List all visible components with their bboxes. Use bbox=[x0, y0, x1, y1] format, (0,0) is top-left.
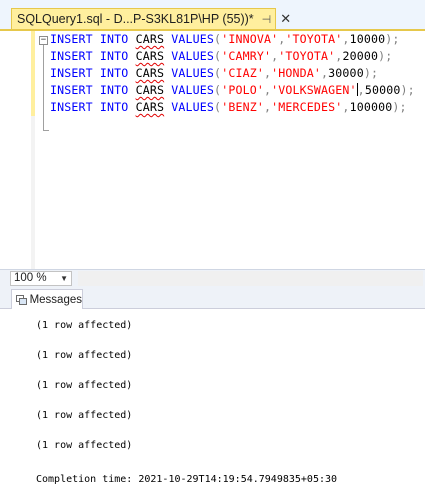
sql-token-model: 'INNOVA' bbox=[221, 32, 279, 46]
sql-token-close: ); bbox=[363, 66, 379, 80]
code-line[interactable]: INSERT INTO CARS VALUES('BENZ','MERCEDES… bbox=[50, 99, 415, 116]
outline-line bbox=[43, 45, 44, 131]
query-editor[interactable]: − INSERT INTO CARS VALUES('INNOVA','TOYO… bbox=[0, 31, 425, 269]
sql-token-kw2: INTO bbox=[99, 32, 129, 46]
zoom-value: 100 % bbox=[14, 272, 47, 284]
sql-token-kw1: INSERT bbox=[50, 49, 93, 63]
sql-token-table: CARS bbox=[135, 32, 165, 46]
sql-token-table: CARS bbox=[135, 49, 165, 63]
sql-token-kw2: INTO bbox=[99, 83, 129, 97]
results-tab-bar: Messages bbox=[0, 287, 425, 309]
query-tab[interactable]: SQLQuery1.sql - D...P-S3KL81P\HP (55))* … bbox=[11, 8, 291, 29]
sql-token-model: 'BENZ' bbox=[221, 100, 264, 114]
sql-token-kw3: VALUES bbox=[171, 49, 215, 63]
messages-list: (1 row affected) (1 row affected) (1 row… bbox=[36, 320, 132, 470]
message-line: (1 row affected) bbox=[36, 380, 133, 391]
change-tracking-bar bbox=[31, 31, 35, 116]
pin-icon[interactable]: ⊣ bbox=[262, 13, 272, 26]
sql-token-brand: 'TOYOTA' bbox=[285, 32, 343, 46]
code-line[interactable]: INSERT INTO CARS VALUES('CIAZ','HONDA',3… bbox=[50, 65, 415, 82]
collapse-region-icon[interactable]: − bbox=[39, 36, 48, 45]
sql-token-close: ); bbox=[400, 83, 415, 97]
sql-token-brand: 'TOYOTA' bbox=[278, 49, 336, 63]
document-tab-bar: SQLQuery1.sql - D...P-S3KL81P\HP (55))* … bbox=[0, 0, 425, 30]
sql-token-comma2: , bbox=[342, 32, 350, 46]
sql-token-kw2: INTO bbox=[99, 66, 129, 80]
sql-token-price: 20000 bbox=[342, 49, 379, 63]
sql-token-brand: 'HONDA' bbox=[271, 66, 322, 80]
sql-token-kw1: INSERT bbox=[50, 100, 93, 114]
code-line[interactable]: INSERT INTO CARS VALUES('CAMRY','TOYOTA'… bbox=[50, 48, 415, 65]
message-line: (1 row affected) bbox=[36, 320, 133, 331]
sql-token-kw1: INSERT bbox=[50, 66, 93, 80]
sql-token-model: 'CIAZ' bbox=[221, 66, 264, 80]
sql-token-close: ); bbox=[385, 32, 400, 46]
horizontal-scrollbar[interactable] bbox=[78, 271, 423, 286]
results-pane: Messages (1 row affected) (1 row affecte… bbox=[0, 287, 425, 490]
sql-token-close: ); bbox=[378, 49, 393, 63]
message-line: (1 row affected) bbox=[36, 410, 133, 421]
sql-token-kw2: INTO bbox=[99, 100, 129, 114]
tab-messages-label: Messages bbox=[29, 293, 82, 306]
sql-token-kw1: INSERT bbox=[50, 32, 93, 46]
sql-token-price: 50000 bbox=[364, 83, 401, 97]
sql-token-close: ); bbox=[392, 100, 407, 114]
chevron-down-icon[interactable]: ▼ bbox=[60, 272, 68, 285]
sql-token-comma2: , bbox=[342, 100, 350, 114]
tab-messages[interactable]: Messages bbox=[11, 289, 83, 309]
sql-token-table: CARS bbox=[135, 100, 165, 114]
messages-icon bbox=[16, 294, 27, 305]
sql-token-kw1: INSERT bbox=[50, 83, 93, 97]
sql-token-model: 'CAMRY' bbox=[221, 49, 272, 63]
sql-token-kw3: VALUES bbox=[171, 66, 215, 80]
close-icon[interactable]: ✕ bbox=[280, 12, 291, 27]
sql-token-table: CARS bbox=[135, 83, 165, 97]
editor-status-bar: 100 % ▼ bbox=[0, 269, 425, 287]
sql-token-brand: 'VOLKSWAGEN' bbox=[271, 83, 357, 97]
completion-time: Completion time: 2021-10-29T14:19:54.794… bbox=[36, 474, 338, 485]
sql-token-price: 30000 bbox=[328, 66, 364, 80]
sql-token-kw3: VALUES bbox=[171, 100, 215, 114]
sql-token-price: 100000 bbox=[349, 100, 393, 114]
query-tab-title: SQLQuery1.sql - D...P-S3KL81P\HP (55))* bbox=[17, 12, 254, 26]
message-line: (1 row affected) bbox=[36, 440, 133, 451]
sql-token-kw2: INTO bbox=[99, 49, 129, 63]
sql-token-table: CARS bbox=[135, 66, 165, 80]
sql-token-model: 'POLO' bbox=[221, 83, 264, 97]
code-text[interactable]: INSERT INTO CARS VALUES('INNOVA','TOYOTA… bbox=[50, 31, 415, 116]
code-line[interactable]: INSERT INTO CARS VALUES('INNOVA','TOYOTA… bbox=[50, 31, 415, 48]
outline-end bbox=[43, 130, 49, 131]
sql-token-brand: 'MERCEDES' bbox=[271, 100, 343, 114]
sql-token-comma2: , bbox=[357, 83, 365, 97]
message-line: (1 row affected) bbox=[36, 350, 133, 361]
line-margin bbox=[0, 31, 30, 269]
code-line[interactable]: INSERT INTO CARS VALUES('POLO','VOLKSWAG… bbox=[50, 82, 415, 99]
sql-token-kw3: VALUES bbox=[171, 32, 215, 46]
zoom-dropdown[interactable]: 100 % ▼ bbox=[10, 271, 72, 286]
sql-token-kw3: VALUES bbox=[171, 83, 215, 97]
sql-token-price: 10000 bbox=[349, 32, 386, 46]
